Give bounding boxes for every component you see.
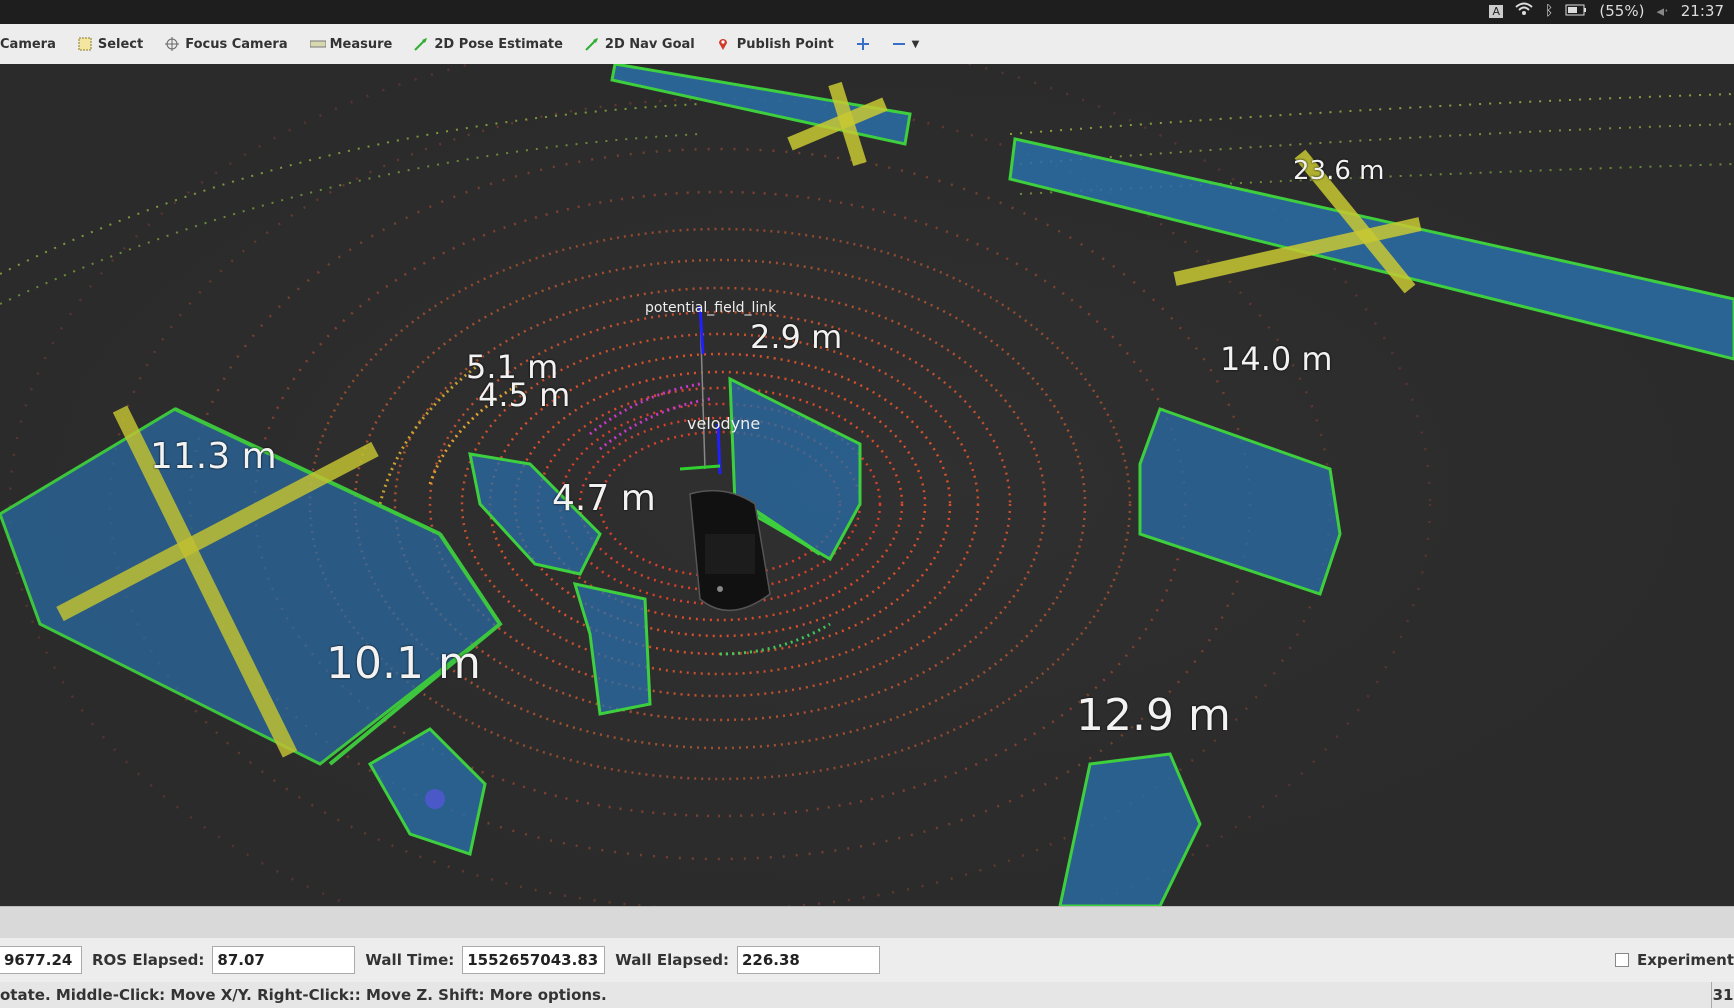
- wifi-icon[interactable]: [1515, 2, 1533, 20]
- green-arrow-icon: [585, 37, 599, 51]
- tool-label: 2D Pose Estimate: [434, 36, 563, 52]
- map-pin-icon: [717, 37, 731, 51]
- ruler-icon: [309, 37, 327, 51]
- status-hint: otate. Middle-Click: Move X/Y. Right-Cli…: [0, 986, 607, 1004]
- experimental-toggle[interactable]: Experiment: [1614, 938, 1734, 982]
- distance-label: 4.7 m: [552, 478, 656, 519]
- tool-focus-camera[interactable]: Focus Camera: [165, 36, 288, 52]
- panel-splitter[interactable]: [0, 906, 1734, 939]
- distance-label: 23.6 m: [1293, 156, 1385, 186]
- experimental-checkbox[interactable]: [1614, 953, 1629, 967]
- battery-percent: (55%): [1599, 2, 1645, 20]
- tool-label: Publish Point: [736, 36, 834, 52]
- clock[interactable]: 21:37: [1681, 2, 1724, 20]
- fps-value: 31: [1712, 986, 1734, 1004]
- wall-elapsed-label: Wall Elapsed:: [615, 951, 729, 969]
- tf-frame-label-velodyne: velodyne: [687, 414, 761, 433]
- tool-measure[interactable]: Measure: [309, 36, 393, 52]
- tool-2d-pose-estimate[interactable]: 2D Pose Estimate: [414, 37, 563, 52]
- keyboard-indicator[interactable]: A: [1489, 4, 1503, 18]
- tool-label: Focus Camera: [185, 36, 288, 52]
- tool-select[interactable]: Select: [78, 37, 143, 52]
- rviz-toolbar: Camera Select Focus Camera Measure 2D Po…: [0, 24, 1734, 65]
- ros-elapsed-field: 87.07: [212, 946, 356, 974]
- tool-2d-nav-goal[interactable]: 2D Nav Goal: [585, 37, 695, 52]
- system-top-bar: A ᛒ (55%) ◂· 21:37: [0, 0, 1734, 24]
- ros-elapsed-label: ROS Elapsed:: [92, 951, 205, 969]
- tool-publish-point[interactable]: Publish Point: [717, 37, 834, 52]
- viewport-scene: [0, 64, 1734, 906]
- tool-label: Select: [97, 36, 144, 52]
- plus-icon: [856, 37, 870, 51]
- ros-time-field: 9677.24: [0, 946, 82, 974]
- volume-icon[interactable]: ◂·: [1656, 2, 1668, 20]
- wall-time-label: Wall Time:: [365, 951, 455, 969]
- add-tool-button[interactable]: [856, 37, 870, 51]
- focus-camera-icon: [165, 37, 180, 51]
- wall-elapsed-field: 226.38: [736, 946, 880, 974]
- distance-label: 14.0 m: [1220, 340, 1333, 378]
- remove-tool-dropdown[interactable]: ▼: [892, 37, 920, 51]
- system-tray: A ᛒ (55%) ◂· 21:37: [1489, 2, 1724, 20]
- tf-frame-label-potential-field: potential_field_link: [645, 300, 777, 316]
- time-panel: 9677.24 ROS Elapsed: 87.07 Wall Time: 15…: [0, 938, 1734, 982]
- wall-time-field: 1552657043.83: [462, 946, 606, 974]
- distance-label: 2.9 m: [750, 318, 843, 356]
- fps-indicator: 31: [1711, 982, 1734, 1008]
- green-arrow-icon: [414, 37, 428, 51]
- experimental-label: Experiment: [1636, 951, 1734, 969]
- minus-icon: [892, 37, 906, 51]
- tool-label: Measure: [329, 36, 393, 52]
- tool-label: 2D Nav Goal: [604, 36, 695, 52]
- distance-label: 10.1 m: [326, 638, 481, 689]
- bluetooth-icon[interactable]: ᛒ: [1545, 3, 1553, 19]
- status-bar: otate. Middle-Click: Move X/Y. Right-Cli…: [0, 982, 1734, 1008]
- distance-label: 4.5 m: [478, 376, 571, 414]
- tool-label: Camera: [0, 36, 56, 52]
- chevron-down-icon: ▼: [911, 38, 920, 50]
- battery-icon[interactable]: [1565, 2, 1587, 20]
- distance-label: 12.9 m: [1076, 690, 1231, 741]
- 3d-viewport[interactable]: potential_field_link velodyne 23.6 m 14.…: [0, 64, 1734, 906]
- select-box-icon: [78, 37, 92, 51]
- distance-label: 11.3 m: [150, 436, 277, 477]
- tool-camera[interactable]: Camera: [0, 37, 56, 52]
